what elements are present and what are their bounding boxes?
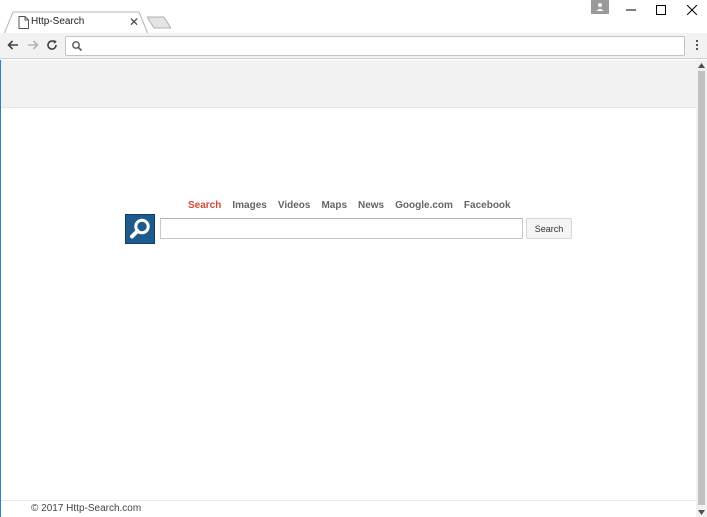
link-news[interactable]: News bbox=[358, 200, 384, 211]
vertical-dots-icon bbox=[695, 39, 699, 51]
footer-divider bbox=[1, 500, 696, 501]
browser-tab[interactable]: Http-Search ✕ bbox=[4, 11, 148, 34]
person-icon bbox=[596, 3, 604, 11]
page-icon bbox=[18, 16, 29, 29]
footer-copyright: © 2017 Http-Search.com bbox=[31, 503, 142, 514]
link-search[interactable]: Search bbox=[188, 200, 221, 211]
new-tab-button[interactable] bbox=[147, 16, 171, 29]
search-button[interactable]: Search bbox=[526, 218, 572, 239]
scroll-thumb[interactable] bbox=[698, 71, 705, 505]
link-videos[interactable]: Videos bbox=[278, 200, 311, 211]
arrow-right-icon bbox=[28, 40, 39, 50]
vertical-scrollbar[interactable] bbox=[696, 60, 707, 517]
scroll-down-button[interactable] bbox=[696, 507, 707, 517]
triangle-down-icon bbox=[698, 509, 705, 515]
link-images[interactable]: Images bbox=[232, 200, 266, 211]
reload-icon bbox=[47, 39, 57, 50]
reload-button[interactable] bbox=[43, 36, 61, 54]
scroll-up-button[interactable] bbox=[696, 60, 707, 70]
magnifier-icon bbox=[130, 218, 150, 239]
arrow-left-icon bbox=[7, 40, 18, 50]
minimize-icon bbox=[626, 9, 636, 10]
close-icon bbox=[687, 4, 697, 15]
page-header-band bbox=[1, 60, 696, 108]
link-google[interactable]: Google.com bbox=[395, 200, 453, 211]
tab-close-icon[interactable]: ✕ bbox=[127, 15, 141, 29]
search-icon bbox=[72, 41, 83, 52]
maximize-icon bbox=[656, 4, 666, 15]
search-input[interactable] bbox=[160, 218, 523, 239]
search-logo bbox=[125, 214, 155, 244]
forward-button[interactable] bbox=[24, 36, 42, 54]
search-category-links: Search Images Videos Maps News Google.co… bbox=[188, 200, 511, 211]
link-maps[interactable]: Maps bbox=[321, 200, 347, 211]
browser-menu-button[interactable] bbox=[690, 36, 704, 54]
tab-title: Http-Search bbox=[31, 16, 85, 27]
browser-toolbar bbox=[0, 33, 707, 59]
back-button[interactable] bbox=[4, 36, 22, 54]
profile-button[interactable] bbox=[591, 0, 609, 14]
title-bar: Http-Search ✕ bbox=[0, 0, 707, 34]
close-window-button[interactable] bbox=[677, 0, 707, 19]
link-facebook[interactable]: Facebook bbox=[464, 200, 511, 211]
address-bar[interactable] bbox=[65, 36, 685, 56]
page-content: Search Images Videos Maps News Google.co… bbox=[0, 60, 696, 517]
triangle-up-icon bbox=[698, 62, 705, 68]
address-input[interactable] bbox=[86, 38, 676, 54]
maximize-button[interactable] bbox=[646, 0, 676, 19]
minimize-button[interactable] bbox=[616, 0, 646, 19]
